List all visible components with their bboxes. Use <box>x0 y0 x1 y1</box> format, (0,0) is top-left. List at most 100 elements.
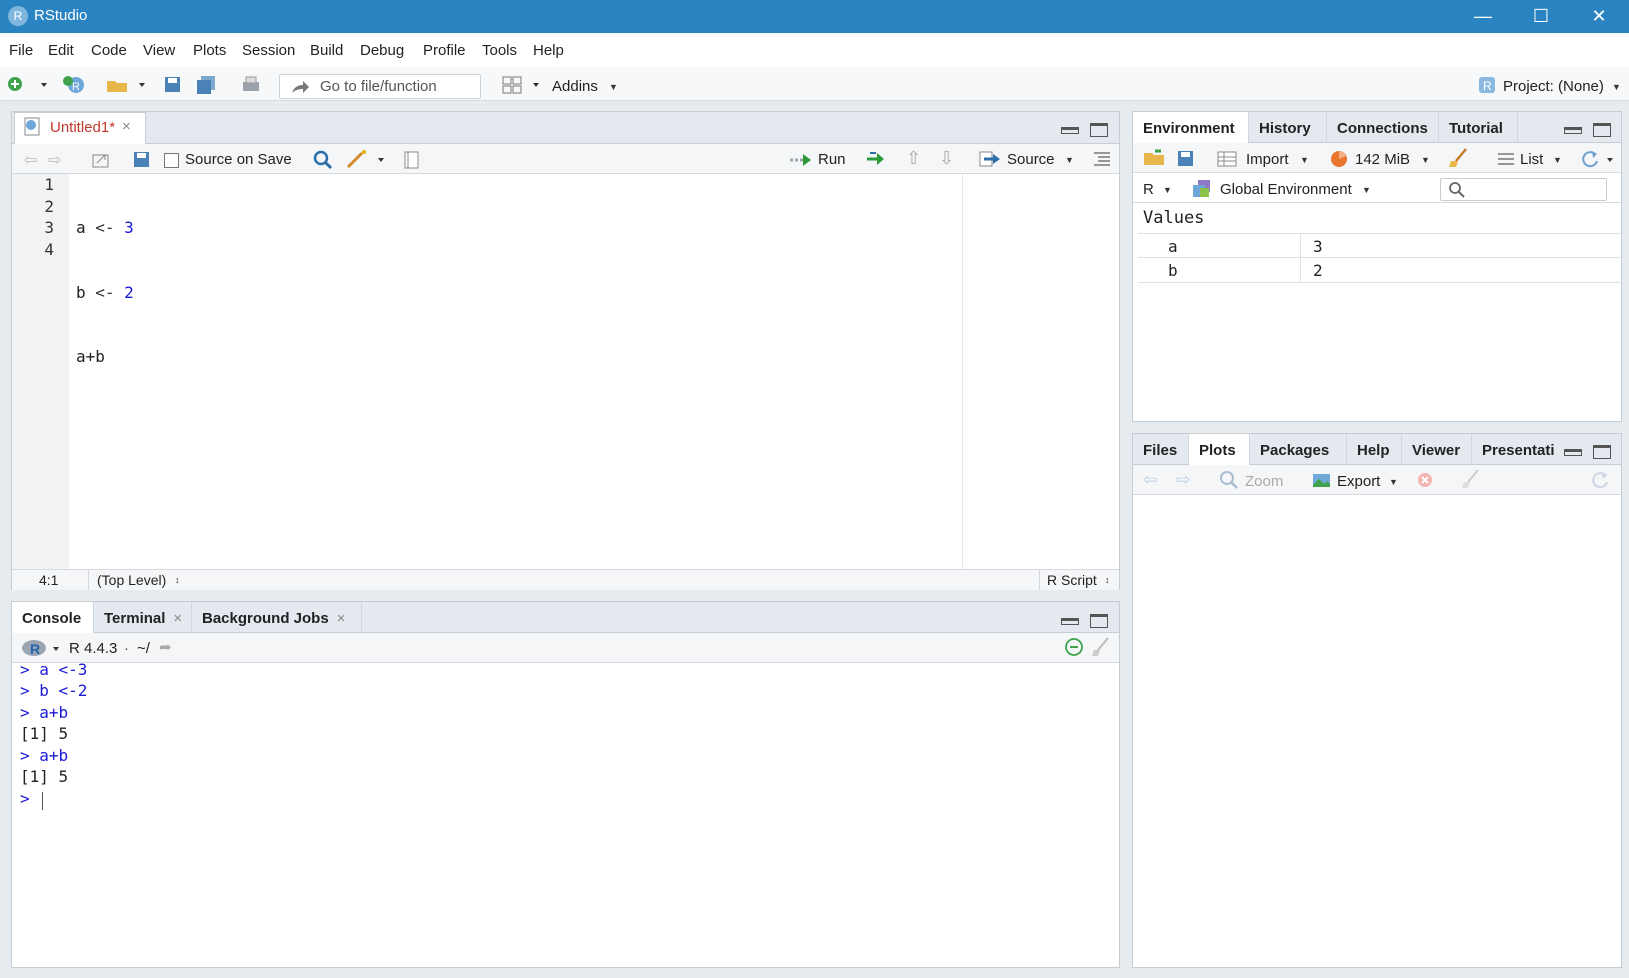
source-chevron-down-icon[interactable]: ▼ <box>1065 155 1074 165</box>
open-file-icon[interactable] <box>106 76 146 94</box>
language-selector[interactable]: R <box>1143 181 1154 198</box>
new-project-icon[interactable]: R <box>62 75 90 95</box>
previous-section-icon[interactable]: ⇧ <box>906 148 921 169</box>
next-plot-icon[interactable]: ⇨ <box>1176 470 1190 490</box>
export-plot-icon[interactable] <box>1310 471 1332 489</box>
tab-connections[interactable]: Connections <box>1327 112 1439 143</box>
code-tools-wand-icon[interactable] <box>346 149 386 169</box>
code-line[interactable]: a+b <box>76 346 134 368</box>
tab-plots[interactable]: Plots <box>1189 434 1250 465</box>
tab-terminal[interactable]: Terminal × <box>94 602 192 633</box>
close-jobs-icon[interactable]: × <box>337 610 346 627</box>
menu-code[interactable]: Code <box>91 42 127 59</box>
env-maximize-icon[interactable] <box>1593 123 1611 137</box>
tab-presentation[interactable]: Presentati <box>1472 434 1558 465</box>
maximize-pane-icon[interactable] <box>1090 123 1108 137</box>
zoom-icon[interactable] <box>1219 470 1239 490</box>
tab-history[interactable]: History <box>1249 112 1327 143</box>
list-view-selector[interactable]: List <box>1520 151 1543 168</box>
env-row[interactable]: b 2 <box>1138 258 1621 283</box>
zoom-button[interactable]: Zoom <box>1245 473 1283 490</box>
environment-scope-selector[interactable]: Global Environment <box>1220 181 1352 198</box>
minimize-pane-icon[interactable] <box>1061 127 1079 134</box>
close-tab-icon[interactable]: × <box>122 118 131 135</box>
save-icon[interactable] <box>164 76 182 94</box>
clear-console-broom-icon[interactable] <box>1090 636 1112 658</box>
language-chevron-down-icon[interactable]: ▼ <box>1163 185 1172 195</box>
tab-help[interactable]: Help <box>1347 434 1402 465</box>
r-logo-icon[interactable]: R <box>21 637 61 659</box>
refresh-env-icon[interactable] <box>1580 149 1616 169</box>
plots-maximize-icon[interactable] <box>1593 445 1611 459</box>
tab-tutorial[interactable]: Tutorial <box>1439 112 1518 143</box>
scope-updown-icon[interactable]: ↕ <box>175 575 180 585</box>
forward-arrow-icon[interactable]: ⇨ <box>48 150 61 170</box>
menu-debug[interactable]: Debug <box>360 42 404 59</box>
go-to-file-input[interactable]: Go to file/function <box>279 74 481 99</box>
list-chevron-down-icon[interactable]: ▼ <box>1553 155 1562 165</box>
close-window-button[interactable]: ✕ <box>1570 0 1628 33</box>
menu-view[interactable]: View <box>143 42 175 59</box>
maximize-window-button[interactable]: ☐ <box>1512 0 1570 33</box>
layout-grid-icon[interactable] <box>502 75 542 95</box>
menu-file[interactable]: File <box>9 42 33 59</box>
code-line[interactable]: a <- 3 <box>76 217 134 239</box>
project-chevron-down-icon[interactable]: ▼ <box>1612 82 1621 92</box>
plots-minimize-icon[interactable] <box>1564 449 1582 456</box>
menu-tools[interactable]: Tools <box>482 42 517 59</box>
menu-build[interactable]: Build <box>310 42 343 59</box>
tab-packages[interactable]: Packages <box>1250 434 1347 465</box>
previous-plot-icon[interactable]: ⇦ <box>1143 470 1157 490</box>
remove-plot-icon[interactable] <box>1416 471 1434 489</box>
show-in-window-icon[interactable] <box>91 151 111 169</box>
code-line[interactable]: b <- 2 <box>76 282 134 304</box>
memory-usage-label[interactable]: 142 MiB <box>1355 151 1410 168</box>
save-workspace-icon[interactable] <box>1177 150 1195 168</box>
menu-session[interactable]: Session <box>242 42 295 59</box>
menu-help[interactable]: Help <box>533 42 564 59</box>
addins-chevron-down-icon[interactable]: ▼ <box>609 82 618 92</box>
close-terminal-icon[interactable]: × <box>173 610 182 627</box>
code-editor[interactable]: a <- 3 b <- 2 a+b <box>76 174 134 432</box>
compile-report-icon[interactable] <box>403 151 421 169</box>
scope-navigator[interactable]: (Top Level) <box>97 572 166 588</box>
source-button[interactable]: Source <box>1007 151 1055 168</box>
menu-profile[interactable]: Profile <box>423 42 466 59</box>
console-prompt[interactable]: > <box>20 789 30 808</box>
tab-viewer[interactable]: Viewer <box>1402 434 1472 465</box>
source-arrow-icon[interactable] <box>978 150 1004 168</box>
rerun-icon[interactable] <box>866 150 892 168</box>
export-chevron-down-icon[interactable]: ▼ <box>1389 477 1398 487</box>
tab-environment[interactable]: Environment <box>1133 112 1249 143</box>
new-file-icon[interactable] <box>7 76 47 94</box>
menu-edit[interactable]: Edit <box>48 42 74 59</box>
print-icon[interactable] <box>240 75 262 95</box>
document-outline-icon[interactable] <box>1093 151 1111 167</box>
next-section-icon[interactable]: ⇩ <box>939 148 954 169</box>
save-all-icon[interactable] <box>196 75 218 95</box>
clear-workspace-broom-icon[interactable] <box>1448 147 1470 169</box>
env-row[interactable]: a 3 <box>1138 233 1621 259</box>
tab-console[interactable]: Console <box>12 602 94 633</box>
import-dataset-button[interactable]: Import <box>1246 151 1289 168</box>
project-menu[interactable]: Project: (None) <box>1503 78 1604 95</box>
env-minimize-icon[interactable] <box>1564 127 1582 134</box>
file-type-selector[interactable]: R Script <box>1047 572 1097 588</box>
source-on-save-checkbox[interactable] <box>164 153 179 168</box>
refresh-plot-icon[interactable] <box>1590 470 1610 490</box>
menu-plots[interactable]: Plots <box>193 42 226 59</box>
import-dataset-icon[interactable] <box>1217 150 1239 168</box>
run-button[interactable]: Run <box>818 151 846 168</box>
console-minimize-icon[interactable] <box>1061 618 1079 625</box>
load-workspace-icon[interactable] <box>1143 149 1167 167</box>
tab-background-jobs[interactable]: Background Jobs × <box>192 602 362 633</box>
memory-chevron-down-icon[interactable]: ▼ <box>1421 155 1430 165</box>
go-to-directory-icon[interactable]: ➦ <box>159 638 172 656</box>
editor-save-icon[interactable] <box>133 151 151 169</box>
file-type-updown-icon[interactable]: ↕ <box>1105 575 1110 585</box>
clear-plots-broom-icon[interactable] <box>1460 468 1482 490</box>
environment-search-input[interactable] <box>1440 178 1607 201</box>
console-maximize-icon[interactable] <box>1090 614 1108 628</box>
scope-chevron-down-icon[interactable]: ▼ <box>1362 185 1371 195</box>
search-icon[interactable] <box>313 150 333 170</box>
